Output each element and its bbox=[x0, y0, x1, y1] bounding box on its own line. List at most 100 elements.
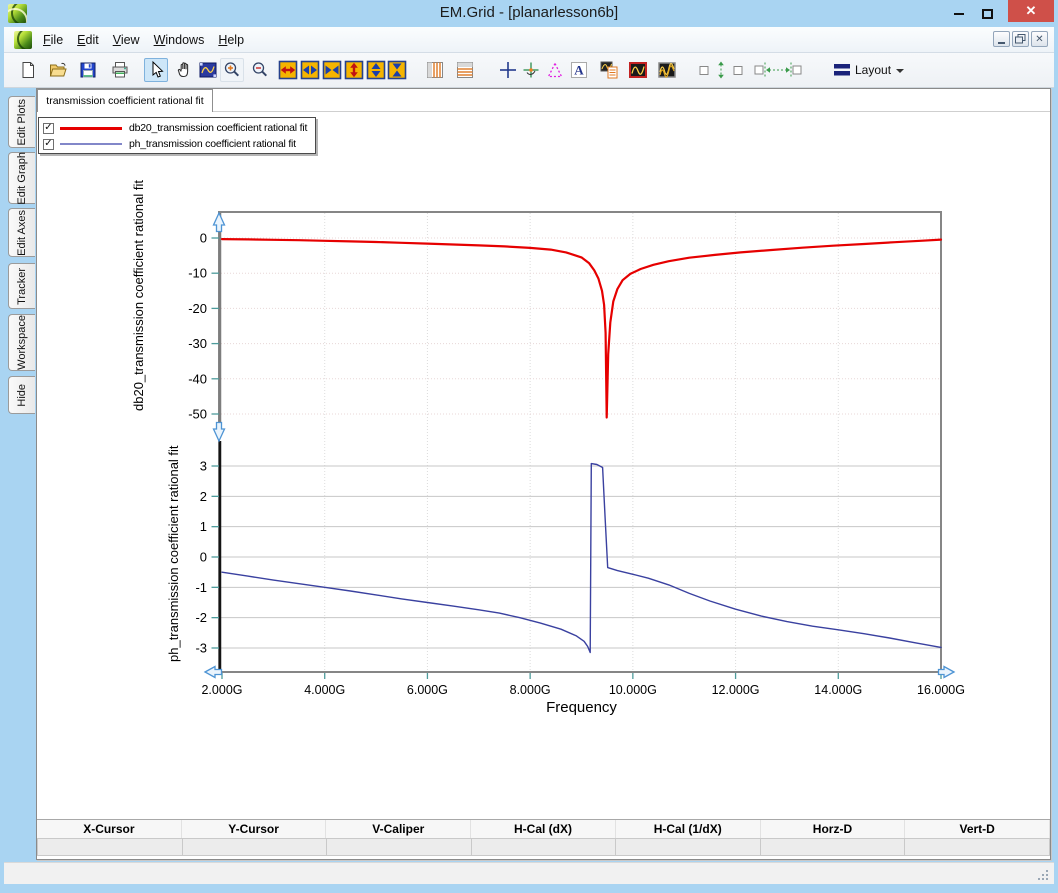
arrows-x-in-icon[interactable] bbox=[320, 58, 344, 82]
legend-checkbox[interactable]: ✓ bbox=[43, 138, 54, 150]
arrows-y-in-icon[interactable] bbox=[385, 58, 409, 82]
cursor-column-header: H-Cal (dX) bbox=[471, 820, 616, 838]
toolbar: A Layout bbox=[4, 53, 1054, 88]
cursor-value-cell bbox=[616, 838, 761, 856]
cursor-table-values bbox=[37, 838, 1051, 856]
child-close-icon: ✕ bbox=[1035, 33, 1044, 45]
pan-hand-icon[interactable] bbox=[173, 58, 197, 82]
sidebar-item-label: Edit Axes bbox=[16, 209, 28, 256]
new-file-icon[interactable] bbox=[16, 58, 40, 82]
document-area bbox=[36, 88, 1051, 860]
legend: ✓ db20_transmission coefficient rational … bbox=[38, 117, 316, 154]
zoom-region-icon[interactable] bbox=[196, 58, 220, 82]
legend-item: ✓ ph_transmission coefficient rational fi… bbox=[39, 136, 315, 152]
vertical-spacing-icon[interactable] bbox=[697, 58, 745, 82]
chevron-down-icon bbox=[896, 69, 905, 73]
sidebar-item-label: Edit Graph bbox=[16, 151, 28, 205]
y-axis-label-ph: ph_transmission coefficient rational fit bbox=[166, 445, 181, 663]
cursor-value-cell bbox=[760, 838, 906, 856]
legend-item: ✓ db20_transmission coefficient rational … bbox=[39, 120, 315, 136]
resize-grip[interactable] bbox=[1046, 878, 1048, 880]
zoom-out-icon[interactable] bbox=[248, 58, 272, 82]
caliper-triangle-icon[interactable] bbox=[543, 58, 567, 82]
stripes-horizontal-icon[interactable] bbox=[453, 58, 477, 82]
single-plot-icon[interactable] bbox=[626, 58, 650, 82]
child-minimize-button[interactable] bbox=[993, 31, 1010, 47]
expand-x-icon[interactable] bbox=[276, 58, 300, 82]
menu-help[interactable]: Help bbox=[211, 30, 251, 50]
menu-file[interactable]: File bbox=[36, 30, 70, 50]
layout-menu-button[interactable]: Layout bbox=[830, 59, 908, 81]
select-arrow-icon[interactable] bbox=[144, 58, 168, 82]
maximize-icon bbox=[981, 8, 993, 19]
svg-text:A: A bbox=[574, 63, 584, 78]
child-window-buttons: ✕ bbox=[993, 31, 1048, 47]
sidebar-item-edit-axes[interactable]: Edit Axes bbox=[8, 208, 35, 257]
child-minimize-icon bbox=[998, 41, 1005, 44]
tracker-axes-icon[interactable] bbox=[519, 58, 543, 82]
legend-line-sample bbox=[60, 126, 122, 130]
title-bar: EM.Grid - [planarlesson6b] ✕ bbox=[0, 0, 1058, 27]
status-bar bbox=[4, 862, 1054, 884]
cursor-column-header: V-Caliper bbox=[326, 820, 472, 838]
sidebar-item-workspace[interactable]: Workspace bbox=[8, 314, 35, 371]
cursor-column-header: Vert-D bbox=[905, 820, 1051, 838]
menu-view[interactable]: View bbox=[106, 30, 147, 50]
legend-label: ph_transmission coefficient rational fit bbox=[129, 138, 296, 150]
app-window: EM.Grid - [planarlesson6b] ✕ File Edit Vie… bbox=[0, 0, 1058, 893]
expand-y-icon[interactable] bbox=[342, 58, 366, 82]
document-logo-icon[interactable] bbox=[14, 31, 32, 49]
plot-with-table-icon[interactable] bbox=[597, 58, 621, 82]
zoom-in-icon[interactable] bbox=[220, 58, 244, 82]
document-tab-label: transmission coefficient rational fit bbox=[46, 95, 204, 107]
cursor-column-header: H-Cal (1/dX) bbox=[616, 820, 761, 838]
sidebar-item-label: Workspace bbox=[16, 315, 28, 370]
menu-bar: File Edit View Windows Help ✕ bbox=[4, 27, 1054, 53]
menu-items: File Edit View Windows Help bbox=[36, 27, 251, 53]
arrows-x-out-icon[interactable] bbox=[298, 58, 322, 82]
legend-label: db20_transmission coefficient rational f… bbox=[129, 122, 308, 134]
close-icon: ✕ bbox=[1025, 3, 1037, 18]
cursor-value-cell bbox=[182, 838, 328, 856]
horizontal-spacing-icon[interactable] bbox=[752, 58, 804, 82]
legend-checkbox[interactable]: ✓ bbox=[43, 122, 54, 134]
cursor-column-header: Horz-D bbox=[761, 820, 906, 838]
minimize-icon bbox=[954, 12, 964, 15]
sidebar-item-edit-plots[interactable]: Edit Plots bbox=[8, 96, 35, 148]
menu-windows[interactable]: Windows bbox=[147, 30, 212, 50]
window-title: EM.Grid - [planarlesson6b] bbox=[439, 4, 619, 21]
print-icon[interactable] bbox=[108, 58, 132, 82]
sidebar-item-edit-graph[interactable]: Edit Graph bbox=[8, 152, 35, 204]
document-tab[interactable]: transmission coefficient rational fit bbox=[37, 89, 213, 112]
save-icon[interactable] bbox=[76, 58, 100, 82]
tab-divider bbox=[213, 111, 1050, 112]
cursor-readout-table: X-Cursor Y-Cursor V-Caliper H-Cal (dX) H-Cal… bbox=[37, 819, 1051, 856]
child-close-button[interactable]: ✕ bbox=[1031, 31, 1048, 47]
sidebar-item-label: Hide bbox=[16, 383, 28, 407]
child-restore-button[interactable] bbox=[1012, 31, 1029, 47]
layout-menu-label: Layout bbox=[855, 63, 892, 77]
cursor-column-header: Y-Cursor bbox=[182, 820, 327, 838]
dual-plot-icon[interactable] bbox=[655, 58, 679, 82]
open-file-icon[interactable] bbox=[46, 58, 70, 82]
crosshair-icon[interactable] bbox=[496, 58, 520, 82]
child-restore-icon bbox=[1015, 34, 1026, 44]
cursor-column-header: X-Cursor bbox=[37, 820, 182, 838]
minimize-button[interactable] bbox=[946, 6, 972, 21]
y-axis-label-db20: db20_transmission coefficient rational f… bbox=[131, 180, 146, 411]
maximize-button[interactable] bbox=[974, 6, 1000, 21]
cursor-value-cell bbox=[471, 838, 617, 856]
cursor-value-cell bbox=[327, 838, 472, 856]
sidebar-item-hide[interactable]: Hide bbox=[8, 376, 35, 414]
sidebar-item-label: Tracker bbox=[16, 267, 28, 305]
stripes-vertical-icon[interactable] bbox=[423, 58, 447, 82]
cursor-value-cell bbox=[37, 838, 183, 856]
legend-line-sample bbox=[60, 143, 122, 145]
sidebar-item-label: Edit Plots bbox=[16, 98, 28, 146]
sidebar-item-tracker[interactable]: Tracker bbox=[8, 263, 35, 309]
cursor-table-headers: X-Cursor Y-Cursor V-Caliper H-Cal (dX) H-Cal… bbox=[37, 820, 1051, 838]
close-button[interactable]: ✕ bbox=[1008, 0, 1054, 22]
cursor-value-cell bbox=[905, 838, 1051, 856]
text-annotation-icon[interactable]: A bbox=[567, 58, 591, 82]
menu-edit[interactable]: Edit bbox=[70, 30, 106, 50]
